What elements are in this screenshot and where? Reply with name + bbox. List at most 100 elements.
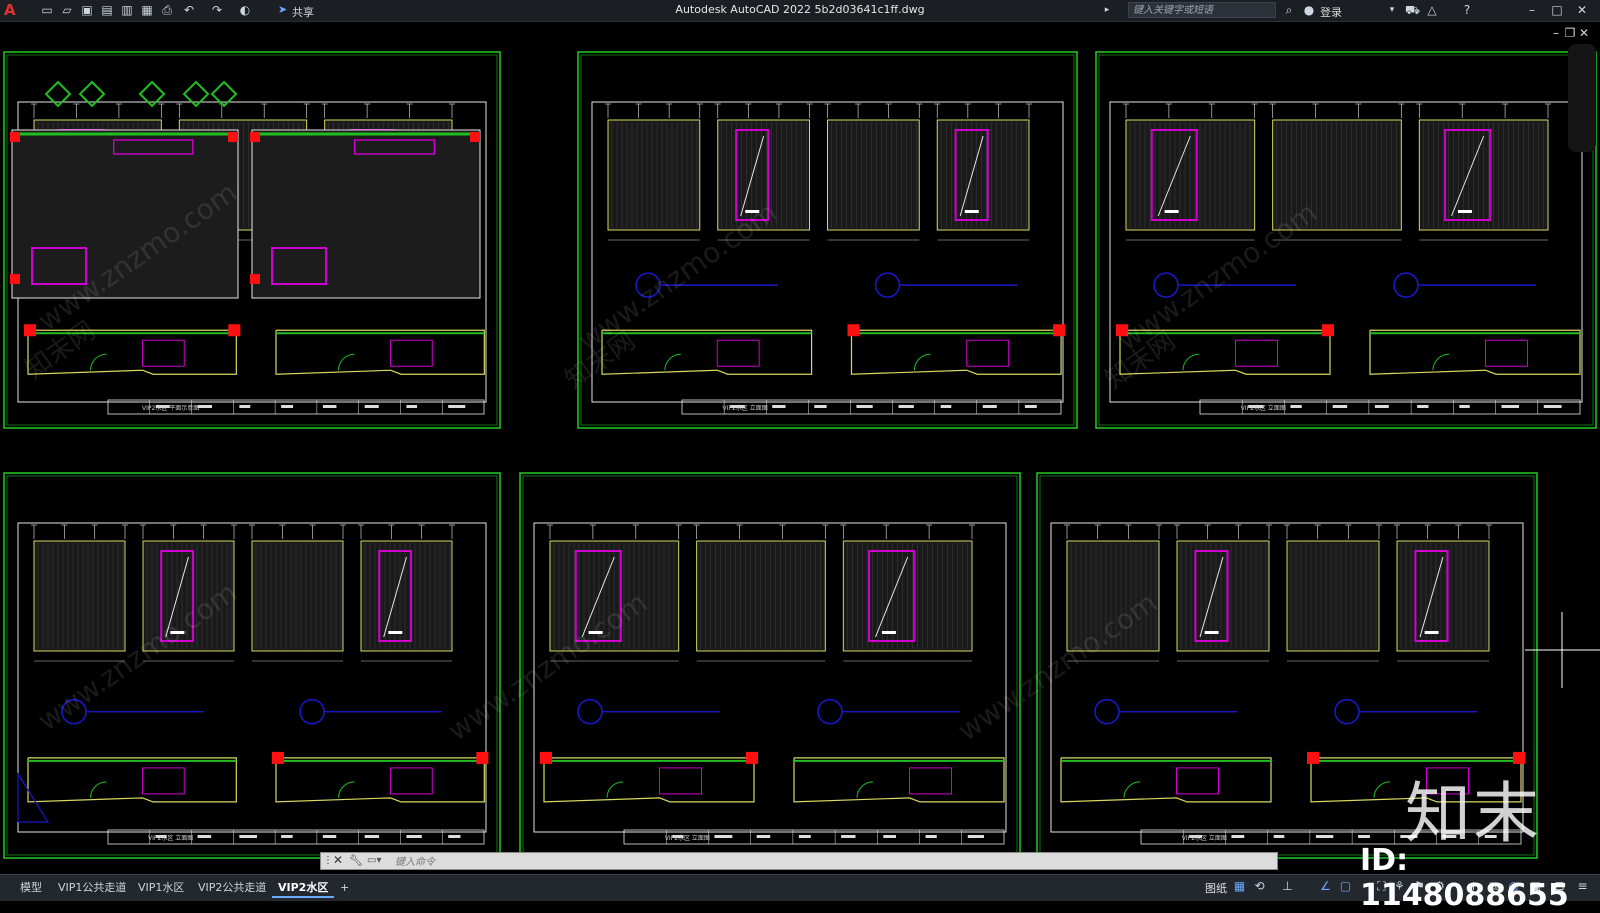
polar-icon[interactable]: ∠ bbox=[1318, 879, 1333, 894]
fixture bbox=[388, 631, 403, 634]
viewport-restore-icon[interactable]: ❐ bbox=[1563, 26, 1577, 40]
sheet-title: VIP2水区 立面图 bbox=[723, 404, 768, 412]
title-block-text-bar bbox=[1543, 405, 1562, 408]
title-block-text-bar bbox=[883, 835, 896, 838]
fixture-outline bbox=[142, 767, 185, 795]
snap-icon[interactable]: ⟲ bbox=[1252, 879, 1267, 894]
add-layout-icon[interactable]: + bbox=[334, 880, 355, 896]
column-marker bbox=[228, 132, 238, 142]
drawing-sheet[interactable]: VIP2水区 立面图 bbox=[577, 51, 1078, 429]
column-marker bbox=[470, 132, 480, 142]
title-block-text-bar bbox=[967, 835, 984, 838]
drawing-sheet[interactable]: VIP2水区 立面图 bbox=[519, 472, 1021, 859]
ortho-icon[interactable]: ⊥ bbox=[1280, 879, 1295, 894]
ucs-icon bbox=[17, 771, 50, 823]
autodesk-app-icon[interactable]: △ bbox=[1425, 3, 1439, 17]
plan-outline bbox=[1060, 757, 1272, 803]
elevation-panel bbox=[33, 540, 126, 652]
fixture bbox=[1457, 210, 1472, 213]
title-block-text-bar bbox=[814, 405, 827, 408]
viewport-minimize-icon[interactable]: – bbox=[1549, 26, 1563, 40]
title-block-text-bar bbox=[856, 405, 873, 408]
search-icon[interactable]: ⌕ bbox=[1282, 3, 1296, 17]
drag-handle-icon[interactable]: ⋮ bbox=[323, 855, 333, 866]
tab-vip1-corridor[interactable]: VIP1公共走道 bbox=[52, 880, 132, 896]
title-block-text-bar bbox=[1290, 405, 1302, 408]
autocad-logo[interactable]: A bbox=[4, 1, 16, 19]
paper-space-toggle[interactable]: 图纸 bbox=[1205, 880, 1227, 896]
command-input[interactable] bbox=[393, 854, 1257, 870]
share-button[interactable]: 共享 bbox=[292, 4, 314, 20]
plan-outline bbox=[793, 757, 1005, 803]
title-bar: A ▭ ▱ ▣ ▤ ▥ ▦ ⎙ ↶ ↷ ◐ ➤ 共享 Autodesk Auto… bbox=[0, 0, 1600, 22]
tab-vip2-water[interactable]: VIP2水区 bbox=[272, 880, 335, 898]
column-marker bbox=[1053, 324, 1066, 337]
column-marker bbox=[228, 324, 241, 337]
title-block-text-bar bbox=[925, 835, 937, 838]
title-block-text-bar bbox=[1374, 405, 1389, 408]
drawing-canvas[interactable]: VIP2水区 平面示意图 VIP2水区 立面图 VIP2水区 立面图 VIP2水区 立… bbox=[0, 22, 1600, 874]
title-block-text-bar bbox=[197, 405, 213, 408]
fixture bbox=[1164, 210, 1179, 213]
grid-icon[interactable]: ▦ bbox=[1232, 879, 1247, 894]
tab-vip1-water[interactable]: VIP1水区 bbox=[132, 880, 190, 896]
search-expand-icon[interactable]: ▸ bbox=[1100, 3, 1114, 17]
share-icon[interactable]: ➤ bbox=[278, 3, 287, 16]
drawing-sheet[interactable]: VIP2水区 平面示意图 bbox=[3, 51, 501, 429]
fixture bbox=[1424, 631, 1439, 634]
column-marker bbox=[250, 274, 260, 284]
section-marker bbox=[1393, 272, 1419, 298]
section-marker bbox=[299, 698, 325, 725]
fixture-outline bbox=[1235, 339, 1278, 367]
new-file-icon[interactable]: ▭ bbox=[40, 3, 54, 17]
dropdown-icon[interactable]: ▾ bbox=[1385, 3, 1399, 17]
open-folder-icon[interactable]: ▱ bbox=[60, 3, 74, 17]
undo-icon[interactable]: ↶ bbox=[182, 3, 196, 17]
door-arc bbox=[856, 781, 874, 798]
cart-icon[interactable]: ⛟ bbox=[1405, 3, 1420, 17]
drawing-sheet[interactable]: VIP2水区 立面图 bbox=[1095, 51, 1597, 429]
fixture-outline bbox=[909, 767, 952, 795]
save-as-icon[interactable]: ▤ bbox=[100, 3, 114, 17]
osnap-icon[interactable]: ▢ bbox=[1338, 879, 1353, 894]
column-marker bbox=[10, 132, 20, 142]
plan-outline bbox=[850, 329, 1062, 375]
wrench-icon[interactable]: 🔧︎ bbox=[349, 854, 363, 867]
title-block-text-bar bbox=[940, 405, 952, 408]
plan-outline bbox=[275, 757, 485, 803]
help-icon[interactable]: ? bbox=[1460, 3, 1474, 17]
close-icon[interactable]: ✕ bbox=[1575, 3, 1589, 17]
title-block-text-bar bbox=[1501, 405, 1520, 408]
workspace-icon[interactable]: ◐ bbox=[238, 3, 252, 17]
title-block-text-bar bbox=[448, 405, 466, 408]
title-block-text-bar bbox=[756, 835, 771, 838]
door-arc bbox=[606, 781, 624, 798]
title-block-text-bar bbox=[406, 835, 422, 838]
viewport-controls: – ❐ ✕ bbox=[1545, 26, 1595, 40]
fixture bbox=[964, 210, 979, 213]
tab-vip2-corridor[interactable]: VIP2公共走道 bbox=[192, 880, 272, 896]
viewport-close-icon[interactable]: ✕ bbox=[1577, 26, 1591, 40]
maximize-icon[interactable]: □ bbox=[1550, 3, 1564, 17]
login-button[interactable]: 登录 bbox=[1320, 4, 1342, 20]
command-prompt-icon[interactable]: ▭▾ bbox=[367, 855, 381, 866]
plot-preview-icon[interactable]: ▦ bbox=[140, 3, 154, 17]
fixture-outline bbox=[390, 767, 433, 795]
save-icon[interactable]: ▣ bbox=[80, 3, 94, 17]
navigation-bar[interactable] bbox=[1568, 44, 1596, 152]
search-input[interactable] bbox=[1128, 2, 1276, 18]
title-block-text-bar bbox=[322, 835, 337, 838]
title-block-text-bar bbox=[448, 835, 461, 838]
user-icon[interactable]: ● bbox=[1302, 3, 1316, 17]
publish-icon[interactable]: ▥ bbox=[120, 3, 134, 17]
redo-icon[interactable]: ↷ bbox=[210, 3, 224, 17]
minimize-icon[interactable]: – bbox=[1525, 3, 1539, 17]
title-block-text-bar bbox=[772, 405, 786, 408]
close-icon[interactable]: ✕ bbox=[333, 853, 343, 867]
tab-model[interactable]: 模型 bbox=[14, 880, 48, 896]
title-block-text-bar bbox=[197, 835, 212, 838]
print-icon[interactable]: ⎙ bbox=[160, 3, 174, 17]
section-marker bbox=[577, 698, 603, 725]
drawing-sheet[interactable]: VIP2水区 立面图 bbox=[3, 472, 501, 859]
elevation-panel bbox=[251, 540, 344, 652]
